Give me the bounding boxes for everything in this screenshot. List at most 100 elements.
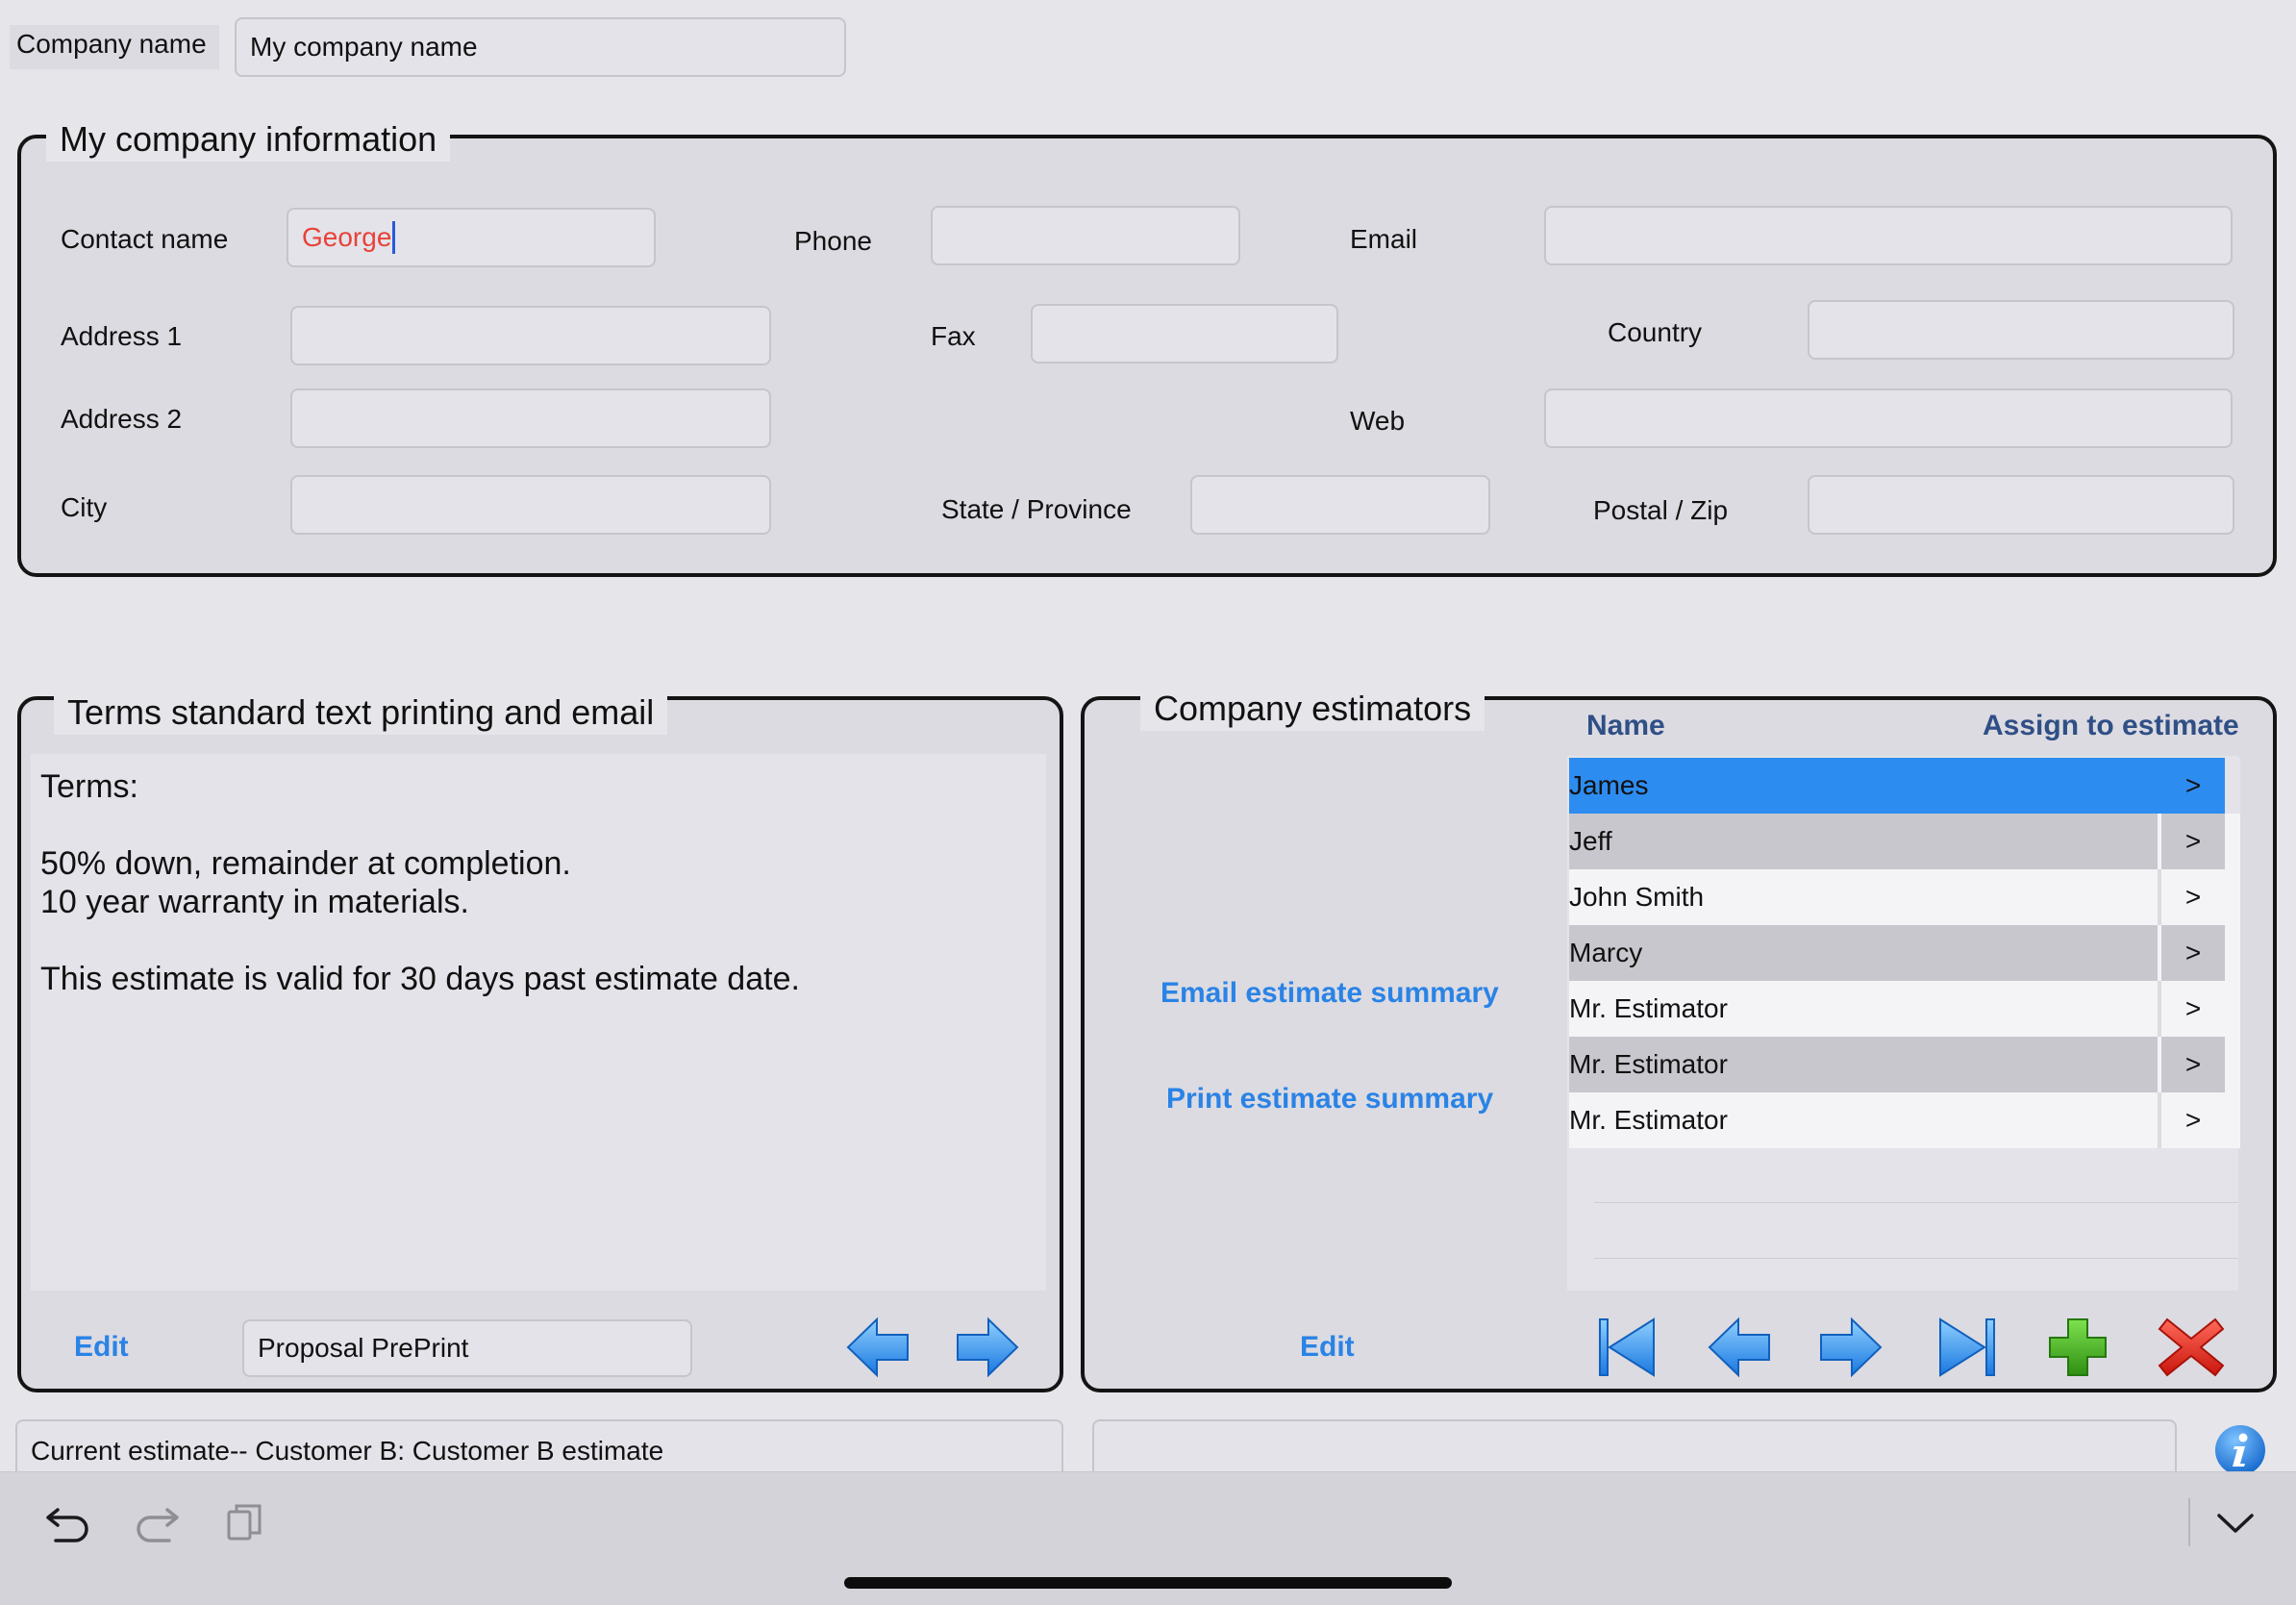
row-gap [2225, 925, 2240, 981]
fax-input[interactable] [1031, 304, 1338, 364]
estimators-col-name: Name [1586, 710, 1665, 741]
paste-button[interactable] [219, 1496, 271, 1548]
terms-edit-button[interactable]: Edit [74, 1331, 129, 1364]
web-label: Web [1350, 406, 1406, 436]
delete-record-button[interactable] [2158, 1316, 2225, 1379]
email-estimate-summary-link[interactable]: Email estimate summary [1160, 977, 1499, 1010]
next-record-button[interactable] [1817, 1316, 1884, 1379]
dismiss-keyboard-button[interactable] [2209, 1496, 2261, 1548]
assign-button[interactable]: > [2161, 869, 2225, 925]
terms-line: Terms: [40, 768, 138, 805]
undo-icon [46, 1508, 88, 1542]
terms-line: 10 year warranty in materials. [40, 884, 469, 920]
skip-last-icon [1939, 1317, 1995, 1377]
terms-legend: Terms standard text printing and email [54, 690, 668, 735]
estimators-edit-button[interactable]: Edit [1300, 1331, 1355, 1364]
first-record-button[interactable] [1594, 1316, 1661, 1379]
city-label: City [61, 492, 108, 522]
add-record-button[interactable] [2044, 1316, 2111, 1379]
table-row[interactable]: Mr. Estimator > [1569, 981, 2240, 1037]
text-cursor [392, 221, 396, 254]
estimator-name: Marcy [1569, 938, 1643, 967]
state-input[interactable] [1190, 475, 1490, 535]
toolbar-divider [2188, 1498, 2190, 1546]
postal-label: Postal / Zip [1593, 495, 1729, 525]
row-gap [2225, 758, 2240, 814]
home-indicator [844, 1577, 1452, 1589]
phone-label: Phone [794, 226, 872, 256]
arrow-right-icon [1820, 1317, 1883, 1378]
contact-name-label: Contact name [61, 224, 229, 254]
terms-line [40, 806, 1036, 844]
web-input[interactable] [1544, 389, 2233, 448]
country-label: Country [1608, 317, 1703, 347]
plus-icon [2049, 1318, 2107, 1376]
contact-name-input[interactable]: George [287, 208, 656, 267]
estimator-name: Jeff [1569, 826, 1612, 856]
redo-icon [137, 1508, 179, 1542]
assign-button[interactable]: > [2161, 981, 2225, 1037]
delete-x-icon [2158, 1317, 2225, 1377]
arrow-left-icon [846, 1317, 909, 1378]
paste-icon [227, 1504, 262, 1541]
prev-record-button[interactable] [1706, 1316, 1773, 1379]
estimator-name: Mr. Estimator [1569, 1049, 1728, 1079]
estimator-name: James [1569, 770, 1649, 800]
address2-input[interactable] [290, 389, 771, 448]
company-name-input[interactable]: My company name [235, 17, 846, 77]
row-gap [2225, 981, 2240, 1037]
print-estimate-summary-link[interactable]: Print estimate summary [1166, 1083, 1493, 1116]
terms-textarea[interactable]: Terms: 50% down, remainder at completion… [31, 754, 1046, 1291]
email-label: Email [1350, 224, 1418, 254]
terms-template-input[interactable]: Proposal PrePrint [242, 1319, 692, 1377]
row-gap [2225, 869, 2240, 925]
terms-next-button[interactable] [954, 1316, 1021, 1379]
undo-button[interactable] [42, 1496, 94, 1548]
assign-button[interactable]: > [2161, 1037, 2225, 1092]
company-info-legend: My company information [46, 117, 451, 162]
estimators-legend: Company estimators [1140, 687, 1485, 731]
address2-label: Address 2 [61, 404, 183, 434]
address1-input[interactable] [290, 306, 771, 365]
table-row[interactable]: Jeff > [1569, 814, 2240, 869]
redo-button[interactable] [131, 1496, 183, 1548]
contact-name-value: George [302, 222, 392, 252]
skip-first-icon [1599, 1317, 1655, 1377]
country-input[interactable] [1808, 300, 2234, 360]
table-row[interactable]: James > [1569, 758, 2240, 814]
address1-label: Address 1 [61, 321, 183, 351]
info-icon [2215, 1425, 2265, 1475]
chevron-down-icon [2217, 1514, 2254, 1533]
company-name-label: Company name [16, 29, 207, 59]
arrow-left-icon [1708, 1317, 1770, 1378]
terms-line [40, 921, 1036, 960]
estimators-col-assign: Assign to estimate [1983, 710, 2239, 741]
assign-button[interactable]: > [2161, 1092, 2225, 1148]
assign-button[interactable]: > [2161, 814, 2225, 869]
fax-label: Fax [931, 321, 976, 351]
arrow-right-icon [957, 1317, 1019, 1378]
table-row[interactable]: Mr. Estimator > [1569, 1092, 2240, 1148]
row-gap [2225, 1037, 2240, 1092]
city-input[interactable] [290, 475, 771, 535]
email-input[interactable] [1544, 206, 2233, 265]
table-row[interactable]: Mr. Estimator > [1569, 1037, 2240, 1092]
list-divider [1594, 1202, 2238, 1203]
postal-input[interactable] [1808, 475, 2234, 535]
estimator-name: John Smith [1569, 882, 1705, 912]
assign-button[interactable]: > [2161, 925, 2225, 981]
table-row[interactable]: John Smith > [1569, 869, 2240, 925]
phone-input[interactable] [931, 206, 1240, 265]
terms-line: This estimate is valid for 30 days past … [40, 961, 800, 997]
terms-prev-button[interactable] [844, 1316, 911, 1379]
info-button[interactable] [2213, 1423, 2267, 1477]
estimator-name: Mr. Estimator [1569, 993, 1728, 1023]
row-gap [2225, 814, 2240, 869]
terms-line: 50% down, remainder at completion. [40, 845, 571, 882]
estimator-name: Mr. Estimator [1569, 1105, 1728, 1135]
last-record-button[interactable] [1933, 1316, 2000, 1379]
state-label: State / Province [941, 494, 1132, 524]
table-row[interactable]: Marcy > [1569, 925, 2240, 981]
assign-button[interactable]: > [2161, 758, 2225, 814]
list-divider [1594, 1258, 2238, 1259]
